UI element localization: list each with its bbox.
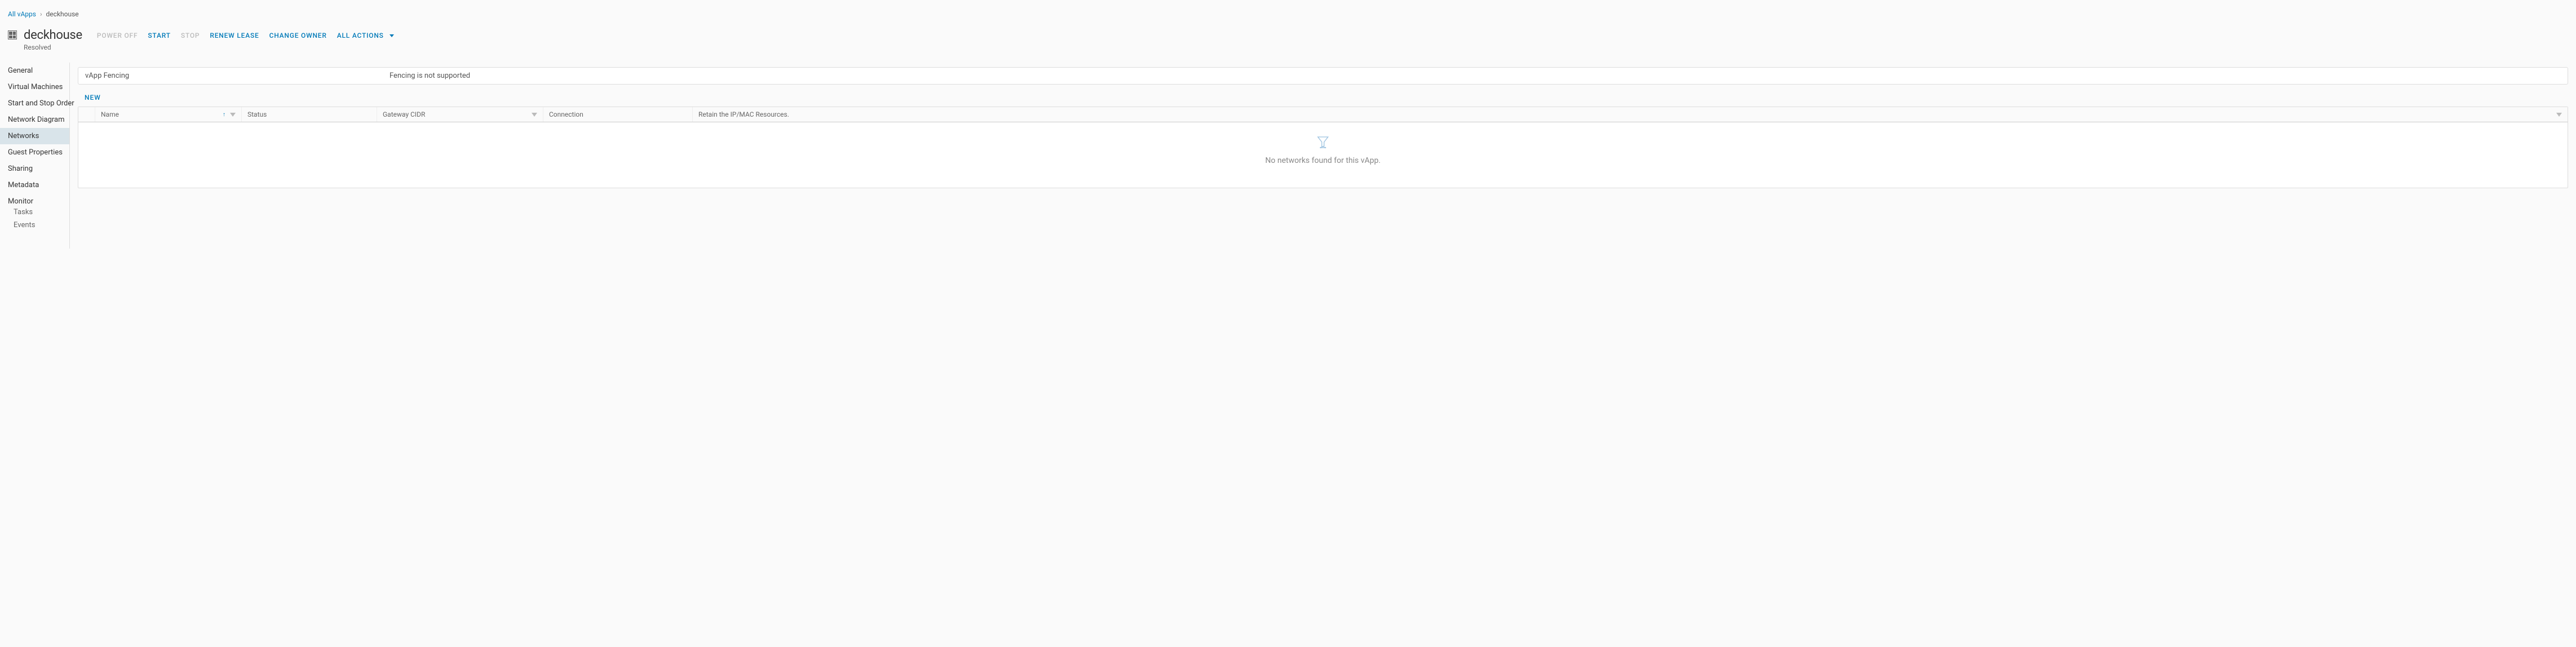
column-prefix: [78, 107, 95, 122]
column-gateway-cidr[interactable]: Gateway CIDR: [377, 107, 543, 122]
chevron-down-icon: [390, 34, 394, 37]
sidebar-item-events[interactable]: Events: [0, 219, 69, 232]
all-actions-label: ALL ACTIONS: [337, 32, 384, 39]
main-content: vApp Fencing Fencing is not supported NE…: [70, 63, 2576, 249]
sidebar-item-tasks[interactable]: Tasks: [0, 206, 69, 219]
networks-grid: Name ↑ Status Gateway CIDR Connection: [78, 107, 2568, 188]
status-label: Resolved: [24, 43, 82, 51]
page-title: deckhouse: [24, 28, 82, 42]
page-header: deckhouse Resolved POWER OFF START STOP …: [0, 23, 2576, 63]
breadcrumb-root-link[interactable]: All vApps: [8, 10, 36, 18]
power-off-button: POWER OFF: [97, 32, 138, 39]
fencing-label: vApp Fencing: [78, 68, 383, 84]
vapp-icon: [8, 30, 17, 39]
chevron-right-icon: ›: [40, 10, 42, 18]
column-connection[interactable]: Connection: [543, 107, 693, 122]
column-retain[interactable]: Retain the IP/MAC Resources.: [693, 107, 2568, 122]
sidebar-item-virtual-machines[interactable]: Virtual Machines: [0, 79, 69, 95]
sidebar-item-metadata[interactable]: Metadata: [0, 177, 69, 193]
grid-header: Name ↑ Status Gateway CIDR Connection: [78, 107, 2568, 122]
funnel-icon: [1316, 135, 1330, 146]
fencing-value: Fencing is not supported: [383, 68, 477, 84]
sort-ascending-icon[interactable]: ↑: [223, 112, 225, 118]
sidebar-item-network-diagram[interactable]: Network Diagram: [0, 112, 69, 128]
column-connection-label: Connection: [549, 110, 583, 118]
stop-button: STOP: [181, 32, 200, 39]
all-actions-button[interactable]: ALL ACTIONS: [337, 32, 394, 39]
sidebar-item-start-stop-order[interactable]: Start and Stop Order: [0, 95, 69, 112]
empty-state-text: No networks found for this vApp.: [78, 156, 2568, 165]
sidebar-group-monitor: Monitor: [0, 193, 69, 206]
breadcrumb-current: deckhouse: [46, 10, 79, 18]
breadcrumb: All vApps › deckhouse: [0, 0, 2576, 23]
title-block: deckhouse Resolved: [24, 28, 82, 51]
filter-icon[interactable]: [230, 113, 236, 117]
sidebar-item-sharing[interactable]: Sharing: [0, 161, 69, 177]
sidebar: General Virtual Machines Start and Stop …: [0, 63, 70, 249]
column-name-label: Name: [101, 110, 119, 118]
sidebar-item-guest-properties[interactable]: Guest Properties: [0, 144, 69, 161]
filter-icon[interactable]: [532, 113, 537, 117]
filter-icon[interactable]: [2556, 113, 2562, 117]
column-status-label: Status: [247, 110, 267, 118]
fencing-row: vApp Fencing Fencing is not supported: [78, 67, 2568, 85]
column-status[interactable]: Status: [242, 107, 377, 122]
column-gateway-label: Gateway CIDR: [383, 110, 425, 118]
start-button[interactable]: START: [148, 32, 170, 39]
renew-lease-button[interactable]: RENEW LEASE: [210, 32, 259, 39]
empty-state: No networks found for this vApp.: [78, 122, 2568, 188]
column-name[interactable]: Name ↑: [95, 107, 242, 122]
column-retain-label: Retain the IP/MAC Resources.: [698, 110, 789, 118]
new-button[interactable]: NEW: [85, 94, 101, 101]
sidebar-item-general[interactable]: General: [0, 63, 69, 79]
change-owner-button[interactable]: CHANGE OWNER: [269, 32, 327, 39]
sidebar-item-networks[interactable]: Networks: [0, 128, 69, 144]
action-bar: POWER OFF START STOP RENEW LEASE CHANGE …: [97, 32, 394, 39]
